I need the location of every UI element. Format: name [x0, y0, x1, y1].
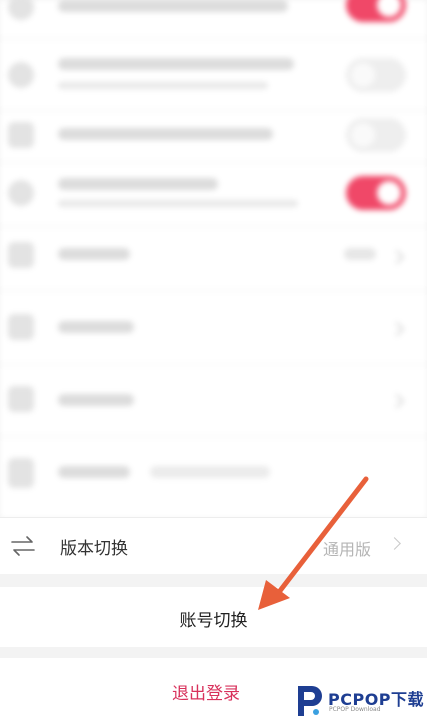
divider — [0, 364, 427, 365]
setting-row-2[interactable] — [0, 40, 427, 110]
toggle-switch-2[interactable] — [346, 58, 406, 92]
pcpop-logo-icon — [298, 686, 322, 716]
setting-icon — [8, 386, 34, 412]
blurred-text — [58, 178, 218, 190]
chevron-right-icon — [389, 249, 405, 265]
account-switch-label: 账号切换 — [179, 611, 248, 631]
swap-arrows-icon — [11, 536, 35, 556]
divider — [0, 436, 427, 437]
blurred-text — [58, 0, 288, 12]
version-switch-row[interactable]: 版本切换 通用版 — [0, 518, 427, 574]
setting-row-7[interactable] — [0, 366, 427, 434]
version-switch-label: 版本切换 — [60, 539, 128, 559]
setting-icon — [8, 458, 34, 488]
setting-icon — [8, 180, 34, 206]
toggle-switch-3[interactable] — [346, 118, 406, 152]
toggle-switch-1[interactable] — [346, 0, 406, 22]
setting-icon — [8, 62, 34, 88]
setting-row-5[interactable] — [0, 228, 427, 284]
divider — [0, 290, 427, 291]
blurred-text — [58, 248, 130, 260]
setting-row-6[interactable] — [0, 292, 427, 362]
watermark-subtitle: PCPOP Download — [329, 706, 381, 713]
version-switch-value: 通用版 — [323, 540, 372, 559]
chevron-right-icon — [388, 537, 401, 550]
blurred-subtext — [58, 82, 268, 89]
chevron-right-icon — [389, 393, 405, 409]
blurred-text — [58, 321, 134, 333]
toggle-switch-4[interactable] — [346, 176, 406, 210]
setting-icon — [8, 314, 34, 340]
setting-icon — [8, 0, 34, 20]
pcpop-watermark: PCPOP下载 PCPOP Download — [292, 680, 427, 720]
settings-screen: 版本切换 通用版 账号切换 退出登录 PCPOP下载 PCPOP Downloa… — [0, 0, 427, 720]
divider — [0, 110, 427, 111]
setting-icon — [8, 122, 34, 148]
chevron-right-icon — [389, 321, 405, 337]
setting-row-8[interactable] — [0, 438, 427, 508]
blurred-text — [58, 58, 294, 70]
setting-row-4[interactable] — [0, 164, 427, 226]
blurred-settings-group — [0, 0, 427, 518]
blurred-value — [150, 466, 270, 478]
setting-row-3[interactable] — [0, 112, 427, 162]
divider — [0, 38, 427, 39]
blurred-text — [58, 128, 273, 140]
blurred-subtext — [58, 200, 298, 207]
account-switch-button[interactable]: 账号切换 — [0, 587, 427, 647]
setting-row-1[interactable] — [0, 0, 427, 38]
blurred-value — [344, 248, 376, 260]
divider — [0, 162, 427, 163]
blurred-text — [58, 466, 130, 478]
setting-icon — [8, 242, 34, 268]
blurred-text — [58, 394, 134, 406]
divider — [0, 226, 427, 227]
